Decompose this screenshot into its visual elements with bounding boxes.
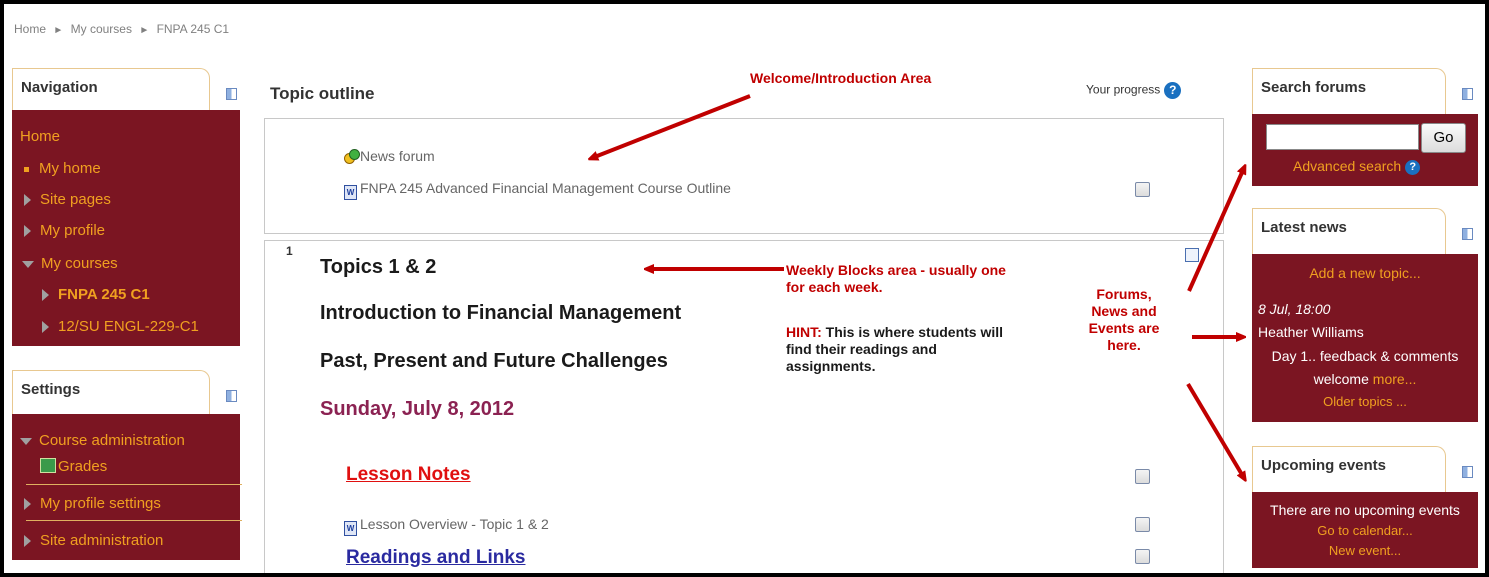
annotation-arrows bbox=[4, 94, 1485, 573]
arrow-welcome bbox=[592, 94, 751, 158]
page-frame: Home ► My courses ► FNPA 245 C1 Navigati… bbox=[0, 0, 1489, 577]
arrow-search bbox=[1187, 168, 1244, 292]
arrow-events bbox=[1186, 382, 1244, 478]
